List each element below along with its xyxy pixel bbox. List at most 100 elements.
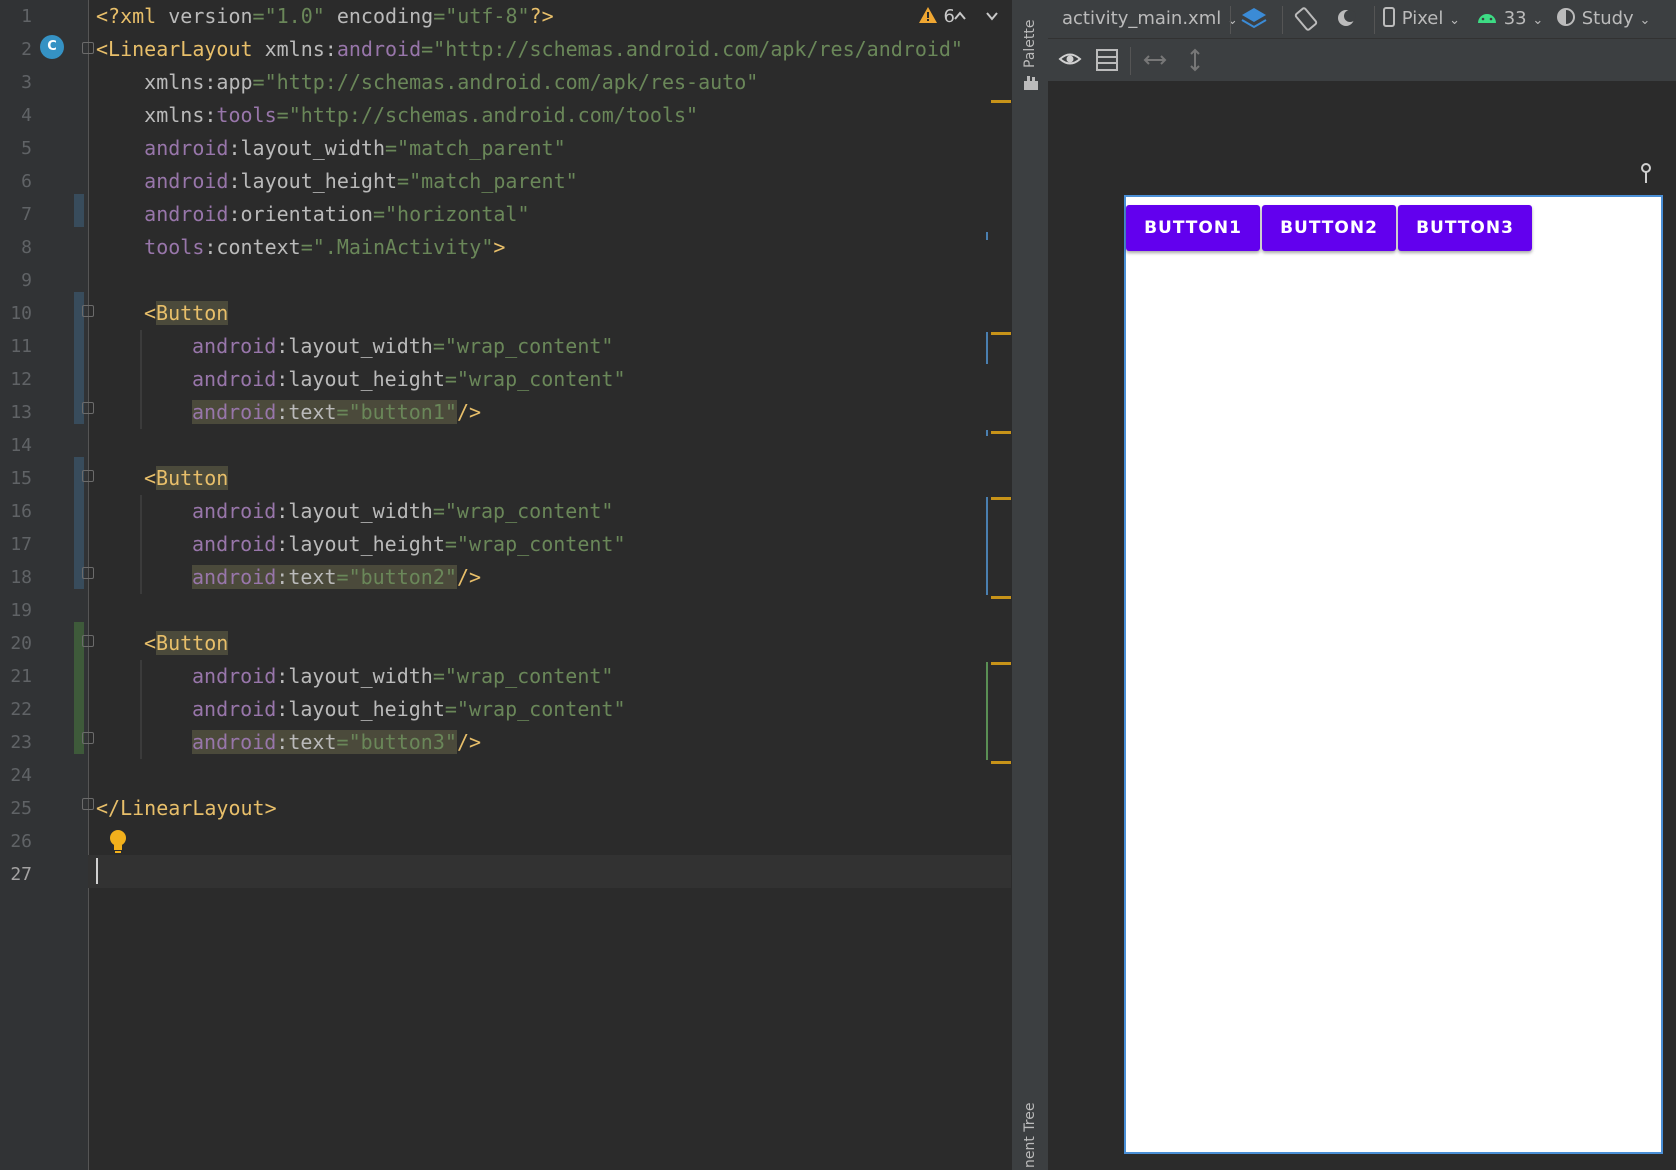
pan-v-icon[interactable] [1182, 47, 1208, 73]
line-number: 2 [21, 39, 32, 60]
line-number: 22 [10, 699, 32, 720]
line-number-current: 27 [10, 864, 32, 885]
eye-icon[interactable] [1058, 47, 1086, 73]
line-number: 15 [10, 468, 32, 489]
code-line: xmlns:tools="http://schemas.android.com/… [96, 103, 699, 127]
code-line: android:text="button1"/> [192, 400, 482, 424]
line-number: 18 [10, 567, 32, 588]
line-number: 26 [10, 831, 32, 852]
code-line: <LinearLayout xmlns:android="http://sche… [96, 37, 963, 61]
indent-guide [140, 660, 142, 759]
file-selector[interactable]: activity_main.xml ⌄ [1062, 6, 1238, 32]
class-c-icon[interactable]: C [40, 35, 64, 59]
orientation-icon[interactable] [1292, 6, 1320, 32]
theme-icon [1556, 8, 1576, 29]
error-stripe-mark[interactable] [991, 761, 1011, 764]
fold-toggle[interactable] [82, 470, 94, 482]
night-mode-icon[interactable] [1334, 6, 1362, 32]
code-line: <?xml version="1.0" encoding="utf-8"?> [96, 4, 554, 28]
component-tree-tab[interactable]: nent Tree [1022, 1103, 1038, 1168]
line-number: 13 [10, 402, 32, 423]
scroll-mark [986, 497, 988, 595]
line-number: 16 [10, 501, 32, 522]
line-number: 8 [21, 237, 32, 258]
toolbar-separator [1282, 6, 1283, 34]
code-line: android:layout_width="wrap_content" [192, 334, 614, 358]
code-line: android:text="button2"/> [192, 565, 482, 589]
layout-preview[interactable]: BUTTON1 BUTTON2 BUTTON3 [1124, 195, 1663, 1154]
indent-guide [140, 495, 142, 594]
code-line: </LinearLayout> [96, 796, 277, 820]
design-toolbar: activity_main.xml ⌄ Pixel ⌄ 33 ⌄ Study ⌄ [1048, 0, 1676, 39]
code-line: <Button [144, 466, 229, 490]
scroll-mark [986, 332, 988, 364]
code-line: android:layout_width="wrap_content" [192, 664, 614, 688]
palette-icon[interactable] [1022, 74, 1040, 96]
code-line: <Button [144, 631, 229, 655]
blueprint-icon[interactable] [1094, 47, 1120, 73]
code-line: android:layout_width="match_parent" [96, 136, 566, 160]
chevron-down-icon[interactable] [984, 8, 1000, 28]
code-line: android:orientation="horizontal" [96, 202, 530, 226]
design-toolbar-secondary [1048, 39, 1676, 82]
preview-button-3[interactable]: BUTTON3 [1398, 205, 1532, 251]
error-stripe-mark[interactable] [991, 431, 1011, 434]
scroll-mark [986, 430, 988, 436]
error-stripe-mark[interactable] [991, 596, 1011, 599]
pan-h-icon[interactable] [1142, 47, 1168, 73]
device-selector[interactable]: Pixel ⌄ [1382, 6, 1460, 32]
line-number: 10 [10, 303, 32, 324]
error-stripe-mark[interactable] [991, 332, 1011, 335]
fold-toggle[interactable] [82, 732, 94, 744]
pin-icon[interactable] [1638, 162, 1654, 190]
palette-tab[interactable]: Palette [1022, 20, 1038, 69]
code-line: android:layout_width="wrap_content" [192, 499, 614, 523]
api-selector[interactable]: 33 ⌄ [1476, 6, 1543, 32]
preview-button-1[interactable]: BUTTON1 [1126, 205, 1260, 251]
design-side-strip: Palette nent Tree [1011, 0, 1049, 1170]
error-stripe-mark[interactable] [991, 497, 1011, 500]
scroll-mark [986, 662, 988, 760]
preview-button-2[interactable]: BUTTON2 [1262, 205, 1396, 251]
fold-toggle[interactable] [82, 798, 94, 810]
toolbar-separator [1374, 6, 1375, 34]
code-line: android:layout_height="wrap_content" [192, 697, 626, 721]
fold-toggle[interactable] [82, 567, 94, 579]
toolbar-separator [1230, 6, 1231, 34]
line-number: 23 [10, 732, 32, 753]
line-number: 24 [10, 765, 32, 786]
fold-toggle[interactable] [82, 305, 94, 317]
code-line: tools:context=".MainActivity"> [96, 235, 506, 259]
design-pane: activity_main.xml ⌄ Pixel ⌄ 33 ⌄ Study ⌄… [1048, 0, 1676, 1170]
theme-selector[interactable]: Study ⌄ [1556, 6, 1650, 32]
code-line: <Button [144, 301, 229, 325]
line-number: 4 [21, 105, 32, 126]
fold-toggle[interactable] [82, 42, 94, 54]
fold-toggle[interactable] [82, 635, 94, 647]
fold-toggle[interactable] [82, 402, 94, 414]
line-number: 25 [10, 798, 32, 819]
line-number: 19 [10, 600, 32, 621]
code-line: android:layout_height="match_parent" [96, 169, 578, 193]
lightbulb-icon[interactable] [108, 829, 128, 859]
error-stripe-mark[interactable] [991, 662, 1011, 665]
line-number: 12 [10, 369, 32, 390]
android-icon [1476, 8, 1498, 29]
device-icon [1382, 7, 1396, 29]
line-number: 3 [21, 72, 32, 93]
error-stripe-mark[interactable] [991, 100, 1011, 103]
code-line: android:text="button3"/> [192, 730, 482, 754]
inspection-widget[interactable]: 6 [918, 6, 955, 27]
line-number: 5 [21, 138, 32, 159]
warning-icon [918, 6, 938, 27]
line-number: 9 [21, 270, 32, 291]
scroll-mark [986, 232, 988, 240]
toolbar-separator [1130, 47, 1131, 75]
line-number: 1 [21, 6, 32, 27]
code-line: xmlns:app="http://schemas.android.com/ap… [96, 70, 759, 94]
line-number: 6 [21, 171, 32, 192]
chevron-up-icon[interactable] [952, 8, 968, 28]
layers-icon[interactable] [1240, 6, 1268, 32]
code-editor[interactable]: 1 2 3 4 5 6 7 8 9 10 11 12 13 14 15 16 1… [0, 0, 1011, 1170]
indent-guide [140, 330, 142, 429]
